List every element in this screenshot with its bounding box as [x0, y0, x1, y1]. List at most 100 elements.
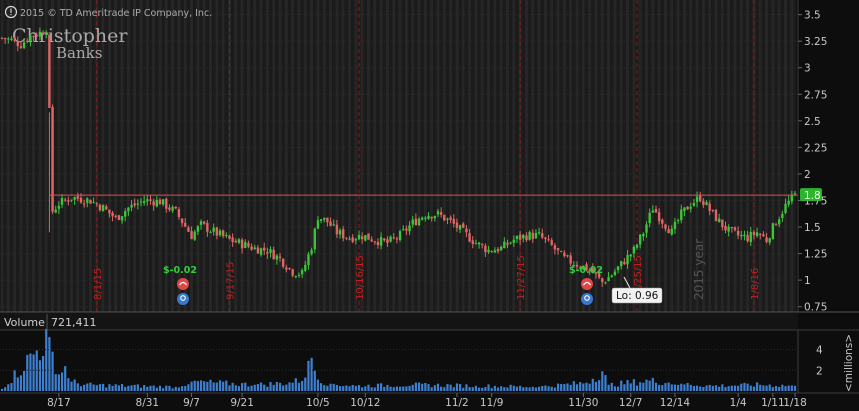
earnings-icon[interactable] — [177, 278, 189, 290]
volume-unit-label: <millions> — [843, 334, 855, 392]
candle-body — [563, 252, 566, 257]
volume-bar — [26, 354, 29, 391]
volume-bar — [256, 384, 260, 391]
volume-bar — [398, 386, 402, 391]
volume-bar — [534, 387, 538, 391]
candle-body — [67, 200, 70, 202]
volume-bar — [635, 385, 639, 391]
day-band — [215, 0, 219, 312]
day-band — [559, 0, 563, 312]
day-band — [458, 0, 462, 312]
candle-body — [793, 193, 797, 195]
day-band — [379, 0, 383, 312]
day-band — [537, 0, 541, 312]
price-tick-label: 2.75 — [804, 89, 827, 101]
volume-bar — [316, 379, 320, 391]
volume-bar — [190, 381, 193, 391]
dividend-icon[interactable] — [177, 293, 189, 305]
volume-bar — [310, 357, 313, 391]
volume-bar — [231, 382, 234, 391]
date-tick-label: 11/2 — [445, 397, 469, 409]
volume-bar — [749, 385, 752, 391]
day-band — [749, 0, 753, 312]
volume-bar — [162, 388, 165, 391]
volume-bar — [695, 385, 699, 391]
volume-bar — [180, 386, 184, 391]
day-band — [455, 0, 459, 312]
day-band — [395, 0, 399, 312]
earnings-icon[interactable] — [581, 278, 593, 290]
candle-body — [714, 209, 718, 222]
volume-bar — [133, 384, 136, 391]
day-band — [452, 0, 456, 312]
candle-body — [462, 223, 465, 228]
volume-bar — [405, 386, 408, 391]
volume-bar — [291, 382, 294, 391]
candle-body — [54, 209, 57, 213]
candle-body — [60, 197, 64, 205]
candle-body — [158, 199, 162, 205]
volume-bar — [790, 385, 793, 391]
candle-body — [733, 227, 737, 231]
volume-bar — [651, 377, 654, 391]
volume-bar — [522, 387, 525, 391]
volume-title: Volume — [4, 316, 45, 329]
volume-bar — [149, 385, 152, 391]
price-tick-label: 2 — [804, 169, 811, 181]
volume-bar — [474, 385, 478, 391]
dividend-icon[interactable] — [581, 293, 593, 305]
price-tick-label: 1.5 — [804, 222, 821, 234]
candle-body — [269, 249, 272, 253]
candle-body — [525, 235, 528, 241]
volume-bar — [342, 386, 345, 391]
candle-body — [670, 228, 673, 235]
volume-bar — [680, 383, 683, 391]
candle-body — [13, 39, 16, 41]
volume-bar — [421, 383, 424, 391]
volume-bar — [632, 379, 635, 391]
candle-body — [136, 203, 140, 205]
volume-bar — [730, 385, 733, 391]
volume-bar — [591, 378, 594, 391]
candle-body — [22, 42, 26, 48]
volume-bar — [477, 387, 481, 391]
day-band — [268, 0, 273, 312]
volume-bar — [212, 382, 215, 391]
candle-body — [26, 40, 29, 42]
volume-bar — [402, 386, 405, 391]
candle-body — [177, 209, 181, 217]
day-band — [486, 0, 491, 312]
volume-bar — [392, 387, 395, 391]
candle-body — [768, 238, 771, 243]
volume-bar — [45, 328, 48, 391]
candle-body — [38, 31, 42, 37]
candle-body — [604, 282, 607, 284]
volume-bar — [721, 384, 724, 391]
price-chart[interactable]: 8/1/15 9/17/15 10/16/15 11/27/15 12/25/15 1/8… — [0, 0, 859, 411]
candle-body — [654, 209, 658, 213]
candle-body — [765, 237, 768, 242]
volume-bar — [57, 374, 60, 391]
candle-body — [512, 239, 516, 243]
volume-bar — [613, 386, 617, 391]
day-band — [278, 0, 282, 312]
day-band — [401, 0, 405, 312]
volume-value: 721,411 — [51, 316, 97, 329]
day-band — [265, 0, 269, 312]
candle-body — [171, 206, 174, 211]
day-band — [540, 0, 544, 312]
volume-bar — [288, 382, 291, 391]
candle-body — [651, 210, 655, 213]
volume-bar — [395, 386, 399, 391]
volume-bar — [335, 384, 338, 391]
candle-body — [250, 246, 253, 250]
candle-body — [7, 38, 10, 40]
day-band — [550, 0, 554, 312]
volume-bar — [417, 382, 421, 391]
candle-body — [537, 232, 541, 234]
day-band — [616, 0, 620, 312]
volume-bar — [664, 383, 667, 391]
candle-body — [212, 227, 215, 232]
volume-bar — [629, 383, 632, 391]
event-label: 8/1/15 — [93, 268, 104, 300]
